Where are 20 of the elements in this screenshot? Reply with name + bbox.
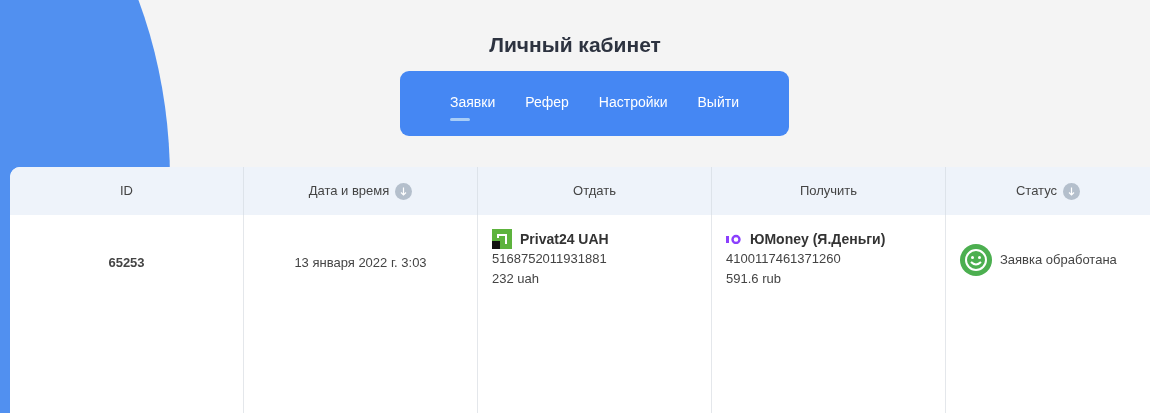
column-header[interactable]: Получить [799, 181, 858, 201]
sort-icon[interactable] [1063, 182, 1081, 200]
column-header[interactable]: Отдать [573, 181, 616, 201]
sort-icon[interactable] [395, 182, 413, 200]
id-cell: 65253 [108, 255, 145, 270]
amount: 591.6 rub [726, 271, 781, 286]
payment-method: Privat24 UAH [520, 230, 609, 249]
date-time-cell: 13 января 2022 г. 3:03 [294, 255, 427, 270]
column-header[interactable]: Дата и время [308, 181, 390, 201]
column-header[interactable]: Статус [1015, 181, 1058, 201]
smiley-icon [960, 244, 992, 276]
bank-logo-icon [492, 229, 512, 249]
column-header[interactable]: ID [120, 181, 133, 201]
payment-method: ЮMoney (Я.Деньги) [750, 230, 886, 249]
account-number: 4100117461371260 [726, 251, 841, 266]
page-title: Личный кабинет [488, 32, 662, 58]
account-number: 5168752011931881 [492, 251, 607, 266]
amount: 232 uah [492, 271, 539, 286]
status-text: Заявка обработана [1000, 251, 1117, 269]
wallet-logo-icon [726, 234, 742, 244]
